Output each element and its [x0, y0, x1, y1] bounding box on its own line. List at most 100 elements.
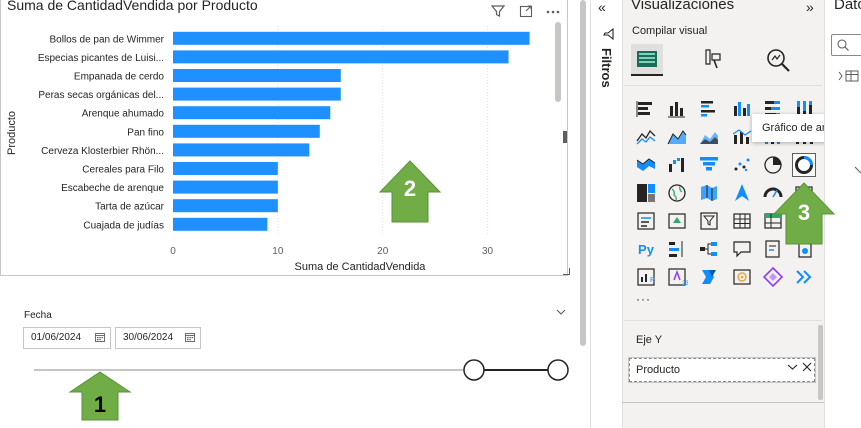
filled-map-icon[interactable]	[698, 182, 720, 204]
calendar-icon[interactable]	[95, 332, 105, 342]
x-tick-label: 30	[482, 246, 494, 257]
line-chart-icon[interactable]	[635, 126, 657, 148]
x-tick-label: 10	[272, 246, 284, 257]
y-category-label: Cuajada de judías	[83, 220, 164, 231]
format-visual-tab[interactable]	[700, 46, 726, 77]
visualizations-scrollbar[interactable]	[818, 325, 823, 400]
canvas-scrollbar[interactable]	[580, 0, 586, 346]
more-visuals-button[interactable]: ···	[636, 292, 651, 306]
bar[interactable]	[173, 106, 331, 120]
area-chart-icon[interactable]	[666, 126, 688, 148]
y-category-label: Peras secas orgánicas del...	[38, 90, 164, 101]
annotation-arrow-1: 1	[68, 371, 132, 421]
date-to-input[interactable]: 30/06/2024	[115, 327, 201, 349]
kpi-icon[interactable]	[666, 210, 688, 232]
close-icon[interactable]	[854, 163, 861, 179]
data-search-input[interactable]	[831, 34, 861, 56]
x-tick-label: 0	[170, 246, 176, 257]
y-category-label: Cerveza Klosterbier Rhön...	[41, 146, 164, 157]
filters-pane-label[interactable]: Filtros	[599, 48, 614, 88]
key-influencers-icon[interactable]	[666, 238, 688, 260]
bar[interactable]	[173, 50, 509, 64]
y-category-label: Escabeche de arenque	[61, 183, 164, 194]
slicer-title: Fecha	[24, 310, 52, 321]
annotation-label-1: 1	[94, 392, 106, 417]
bar[interactable]	[173, 143, 310, 157]
analytics-tab[interactable]	[764, 46, 792, 79]
chevron-down-icon[interactable]	[787, 362, 798, 374]
chart-plot-area: 0 10 20 30 Bollos de pan de Wimmer Especias p…	[6, 26, 530, 273]
table-icon[interactable]	[731, 210, 753, 232]
y-category-label: Cereales para Filo	[82, 165, 164, 176]
annotation-label-2: 2	[404, 176, 416, 201]
powerapps-icon[interactable]: 23	[666, 266, 688, 288]
diamond-icon[interactable]	[762, 266, 784, 288]
power-automate-icon[interactable]	[698, 266, 720, 288]
bar[interactable]	[173, 199, 278, 213]
bar[interactable]	[173, 69, 341, 82]
data-table-item[interactable]	[838, 69, 861, 88]
resize-handle-right[interactable]	[563, 131, 567, 143]
table-icon	[845, 70, 859, 82]
resize-handle-corner[interactable]	[563, 268, 570, 275]
divider	[624, 320, 822, 321]
pie-chart-icon[interactable]	[762, 154, 784, 176]
stacked-bar-chart-icon[interactable]	[635, 98, 657, 120]
date-from-input[interactable]: 01/06/2024	[23, 327, 111, 349]
search-icon	[837, 39, 849, 51]
ribbon-chart-alt-icon[interactable]	[635, 154, 657, 176]
bar[interactable]	[173, 31, 530, 45]
multi-row-card-icon[interactable]	[635, 210, 657, 232]
visualizations-collapse-button[interactable]: »	[806, 0, 814, 15]
build-visual-icon	[637, 51, 657, 67]
bar[interactable]	[173, 180, 278, 194]
bar[interactable]	[173, 87, 341, 101]
date-to-value: 30/06/2024	[123, 332, 174, 343]
map-icon[interactable]	[666, 182, 688, 204]
funnel-chart-icon[interactable]	[698, 154, 720, 176]
treemap-icon[interactable]	[635, 182, 657, 204]
annotation-arrow-2: 2	[378, 160, 442, 223]
clustered-column-chart-icon[interactable]	[731, 98, 753, 120]
chart-scrollbar[interactable]	[555, 22, 561, 102]
clustered-bar-chart-icon[interactable]	[698, 98, 720, 120]
slicer-icon[interactable]	[698, 210, 720, 232]
decomposition-icon[interactable]	[698, 238, 720, 260]
close-icon[interactable]	[802, 361, 812, 375]
y-category-label: Arenque ahumado	[82, 109, 165, 120]
x-tick-label: 20	[377, 246, 389, 257]
filters-collapse-button[interactable]: «	[598, 0, 606, 15]
divider	[624, 85, 822, 86]
bar[interactable]	[173, 162, 278, 175]
slider-start-handle[interactable]	[463, 359, 485, 381]
svg-text:23: 23	[682, 281, 688, 287]
azure-map-icon[interactable]	[731, 182, 753, 204]
chevron-down-icon[interactable]	[556, 308, 566, 319]
y-category-label: Especias picantes de Luisi...	[38, 53, 164, 64]
date-range-slider[interactable]: 1	[0, 350, 590, 428]
python-visual-icon[interactable]: Py	[635, 238, 657, 260]
bar[interactable]	[173, 124, 320, 138]
waterfall-chart-icon[interactable]	[666, 154, 688, 176]
donut-chart-icon[interactable]	[792, 153, 816, 177]
line-clustered-column-icon[interactable]	[731, 126, 753, 148]
stacked-area-chart-icon[interactable]	[698, 126, 720, 148]
build-visual-label: Compilar visual	[632, 25, 708, 37]
goals-icon[interactable]	[731, 266, 753, 288]
svg-text:R: R	[650, 277, 655, 284]
scatter-chart-icon[interactable]	[731, 154, 753, 176]
date-from-value: 01/06/2024	[31, 332, 82, 343]
chevron-icon[interactable]	[793, 266, 815, 288]
paintbrush-icon	[705, 49, 721, 69]
build-visual-tab[interactable]	[631, 44, 663, 76]
r-visual-icon[interactable]: R	[635, 266, 657, 288]
y-category-label: Tarta de azúcar	[95, 202, 165, 213]
qa-icon[interactable]	[731, 238, 753, 260]
calendar-icon[interactable]	[185, 332, 195, 342]
slider-end-handle[interactable]	[547, 359, 569, 381]
stacked-column-chart-icon[interactable]	[666, 98, 688, 120]
bar[interactable]	[173, 217, 268, 231]
y-axis-well-label: Eje Y	[636, 334, 663, 346]
svg-text:Py: Py	[638, 242, 655, 257]
visualizations-title: Visualizaciones	[631, 0, 735, 13]
